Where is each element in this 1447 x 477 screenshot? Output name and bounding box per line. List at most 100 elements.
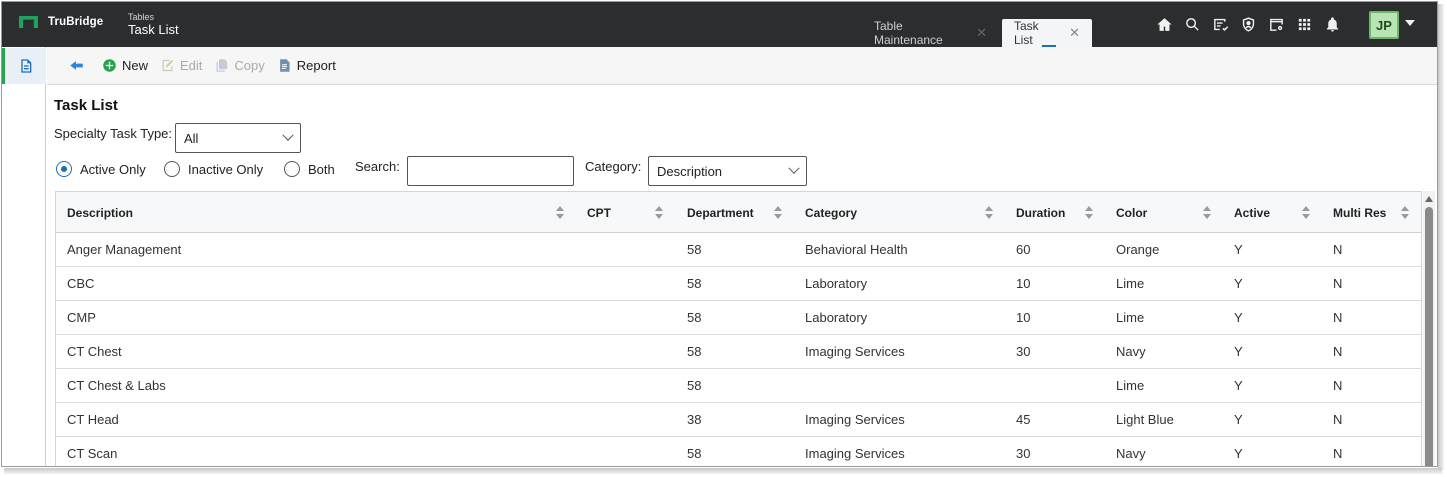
cell-color: Lime: [1116, 310, 1145, 325]
cell-duration: 10: [1016, 310, 1031, 325]
new-button[interactable]: New: [102, 58, 148, 73]
cell-duration: 60: [1016, 242, 1031, 257]
cell-active: Y: [1234, 412, 1243, 427]
sort-icon[interactable]: [774, 206, 782, 220]
cell-category: Imaging Services: [805, 446, 905, 461]
cell-color: Navy: [1116, 344, 1146, 359]
cell-description: CMP: [67, 310, 96, 325]
table-row[interactable]: CT Chest & Labs 58 Lime Y N: [56, 369, 1421, 403]
apps-grid-icon[interactable]: [1294, 14, 1314, 34]
category-label: Category:: [585, 159, 642, 174]
specialty-task-type-select[interactable]: All: [175, 123, 301, 153]
brand-name: TruBridge: [48, 16, 104, 28]
vertical-scrollbar[interactable]: [1423, 191, 1435, 466]
sort-icon[interactable]: [556, 206, 564, 220]
cell-department: 38: [687, 412, 702, 427]
column-header-label: Duration: [1016, 205, 1066, 220]
cell-multi-res: N: [1333, 344, 1343, 359]
shield-icon[interactable]: [1238, 14, 1258, 34]
user-avatar[interactable]: JP: [1369, 11, 1399, 39]
close-icon[interactable]: ✕: [1069, 25, 1080, 41]
column-header-category[interactable]: Category: [805, 192, 857, 233]
table-row[interactable]: CBC 58 Laboratory 10 Lime Y N: [56, 267, 1421, 301]
trubridge-logo-icon: [19, 16, 38, 28]
scroll-up-arrow-icon[interactable]: [1425, 196, 1433, 202]
table-row[interactable]: Anger Management 58 Behavioral Health 60…: [56, 233, 1421, 267]
column-header-description[interactable]: Description: [67, 192, 133, 233]
scrollbar-thumb[interactable]: [1425, 207, 1433, 466]
radio-inactive-only[interactable]: Inactive Only: [164, 161, 263, 177]
home-icon[interactable]: [1154, 14, 1174, 34]
copy-button-label: Copy: [234, 58, 265, 73]
cell-multi-res: N: [1333, 242, 1343, 257]
cell-multi-res: N: [1333, 412, 1343, 427]
breadcrumb-title: Task List: [128, 22, 179, 37]
back-arrow-icon: [70, 61, 83, 70]
table-row[interactable]: CT Scan 58 Imaging Services 30 Navy Y N: [56, 437, 1421, 466]
rail-item-documents[interactable]: [2, 48, 46, 84]
category-select[interactable]: Description: [648, 156, 807, 186]
cell-multi-res: N: [1333, 378, 1343, 393]
column-header-multi-res[interactable]: Multi Res: [1333, 192, 1386, 233]
sort-icon[interactable]: [1203, 206, 1211, 220]
cell-active: Y: [1234, 242, 1243, 257]
column-header-department[interactable]: Department: [687, 192, 754, 233]
cell-description: CT Scan: [67, 446, 118, 461]
header-icons: [1154, 14, 1342, 34]
table-row[interactable]: CMP 58 Laboratory 10 Lime Y N: [56, 301, 1421, 335]
cell-department: 58: [687, 344, 702, 359]
close-icon[interactable]: ✕: [976, 25, 987, 41]
cell-color: Orange: [1116, 242, 1160, 257]
sort-icon[interactable]: [1401, 206, 1409, 220]
bell-icon[interactable]: [1322, 14, 1342, 34]
cell-color: Navy: [1116, 446, 1146, 461]
copy-button[interactable]: Copy: [214, 58, 265, 73]
radio-dot: [284, 161, 300, 177]
chevron-down-icon: [282, 129, 294, 141]
page-title: Task List: [54, 97, 118, 114]
radio-active-only[interactable]: Active Only: [56, 161, 146, 177]
sort-icon[interactable]: [1302, 206, 1310, 220]
cell-department: 58: [687, 276, 702, 291]
radio-label: Inactive Only: [188, 161, 264, 177]
top-bar: TruBridge Tables Task List Table Mainten…: [2, 2, 1437, 47]
column-header-duration[interactable]: Duration: [1016, 192, 1065, 233]
calendar-settings-icon[interactable]: [1266, 14, 1286, 34]
cell-description: CT Head: [67, 412, 119, 427]
cell-department: 58: [687, 242, 702, 257]
cell-description: CBC: [67, 276, 95, 291]
cell-active: Y: [1234, 344, 1243, 359]
tab-task-list[interactable]: Task List ✕: [1002, 19, 1092, 47]
cell-active: Y: [1234, 378, 1243, 393]
cell-department: 58: [687, 446, 702, 461]
search-icon[interactable]: [1182, 14, 1202, 34]
cell-duration: 30: [1016, 344, 1031, 359]
brand-logo[interactable]: TruBridge: [19, 16, 103, 28]
tab-table-maintenance[interactable]: Table Maintenance ✕: [862, 19, 999, 47]
search-input[interactable]: [407, 156, 574, 186]
cell-category: Imaging Services: [805, 344, 905, 359]
table-row[interactable]: CT Chest 58 Imaging Services 30 Navy Y N: [56, 335, 1421, 369]
sort-icon[interactable]: [985, 206, 993, 220]
column-header-color[interactable]: Color: [1116, 192, 1147, 233]
table-row[interactable]: CT Head 38 Imaging Services 45 Light Blu…: [56, 403, 1421, 437]
radio-both[interactable]: Both: [284, 161, 335, 177]
cell-active: Y: [1234, 276, 1243, 291]
cell-description: CT Chest: [67, 344, 122, 359]
column-header-cpt[interactable]: CPT: [587, 192, 611, 233]
column-header-active[interactable]: Active: [1234, 192, 1270, 233]
checklist-icon[interactable]: [1210, 14, 1230, 34]
cell-active: Y: [1234, 446, 1243, 461]
cell-color: Lime: [1116, 276, 1145, 291]
report-button[interactable]: Report: [277, 58, 336, 73]
back-button[interactable]: [69, 58, 84, 73]
edit-button[interactable]: Edit: [160, 58, 202, 73]
specialty-task-type-value: All: [184, 130, 199, 146]
chevron-down-icon[interactable]: [1405, 20, 1415, 26]
left-rail: [2, 47, 46, 466]
sort-icon[interactable]: [1085, 206, 1093, 220]
sort-icon[interactable]: [655, 206, 663, 220]
cell-color: Lime: [1116, 378, 1145, 393]
radio-label: Active Only: [80, 161, 146, 177]
tab-label: Task List: [1014, 19, 1039, 47]
